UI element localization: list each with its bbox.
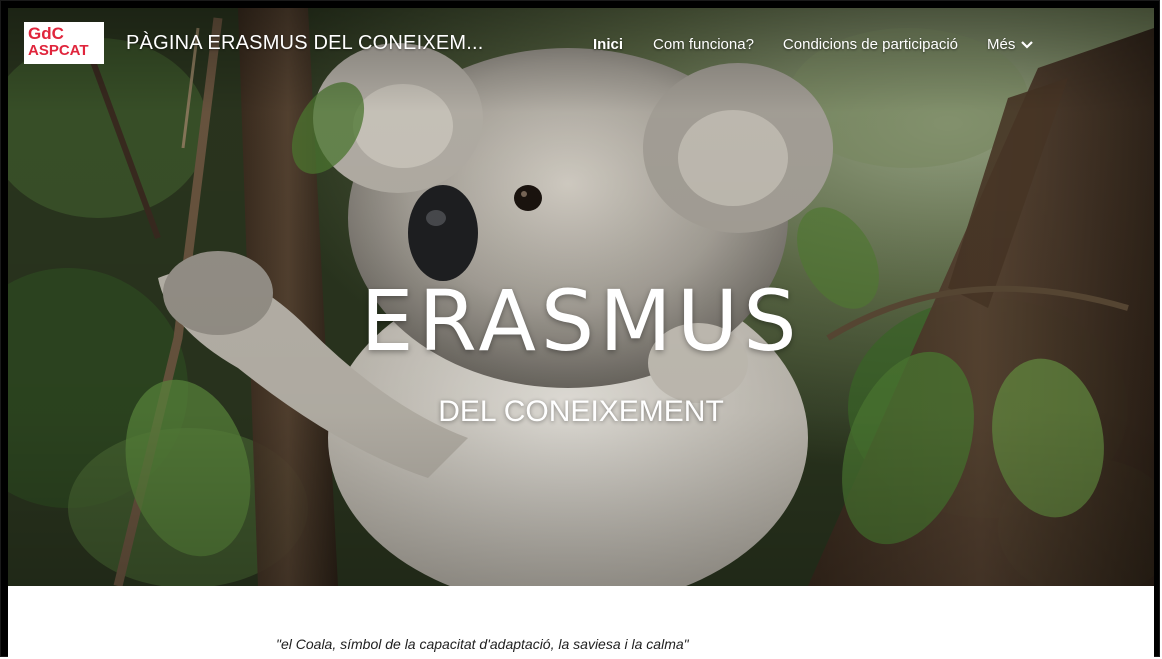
hero-subtitle: DEL CONEIXEMENT [438, 395, 724, 428]
nav-more-label: Més [987, 36, 1016, 53]
nav-item-inici[interactable]: Inici [593, 36, 623, 53]
site-title[interactable]: PÀGINA ERASMUS DEL CONEIXEM... [126, 32, 484, 55]
nav-item-com-funciona[interactable]: Com funciona? [653, 36, 754, 53]
nav-item-mes[interactable]: Més [987, 36, 1034, 53]
hero-title: ERASMUS [360, 272, 802, 370]
nav-menu: Inici Com funciona? Condicions de partic… [593, 36, 1034, 53]
chevron-down-icon [1021, 40, 1034, 49]
site-logo[interactable]: GdC ASPCAT [24, 22, 104, 64]
hero-banner: GdC ASPCAT PÀGINA ERASMUS DEL CONEIXEM..… [8, 8, 1154, 586]
koala-quote: "el Coala, símbol de la capacitat d'adap… [276, 636, 689, 652]
top-navigation: GdC ASPCAT PÀGINA ERASMUS DEL CONEIXEM..… [8, 8, 1154, 74]
page: GdC ASPCAT PÀGINA ERASMUS DEL CONEIXEM..… [8, 8, 1154, 659]
logo-line-1: GdC [28, 24, 64, 43]
logo-line-2: ASPCAT [28, 42, 89, 59]
nav-item-condicions[interactable]: Condicions de participació [783, 36, 958, 53]
